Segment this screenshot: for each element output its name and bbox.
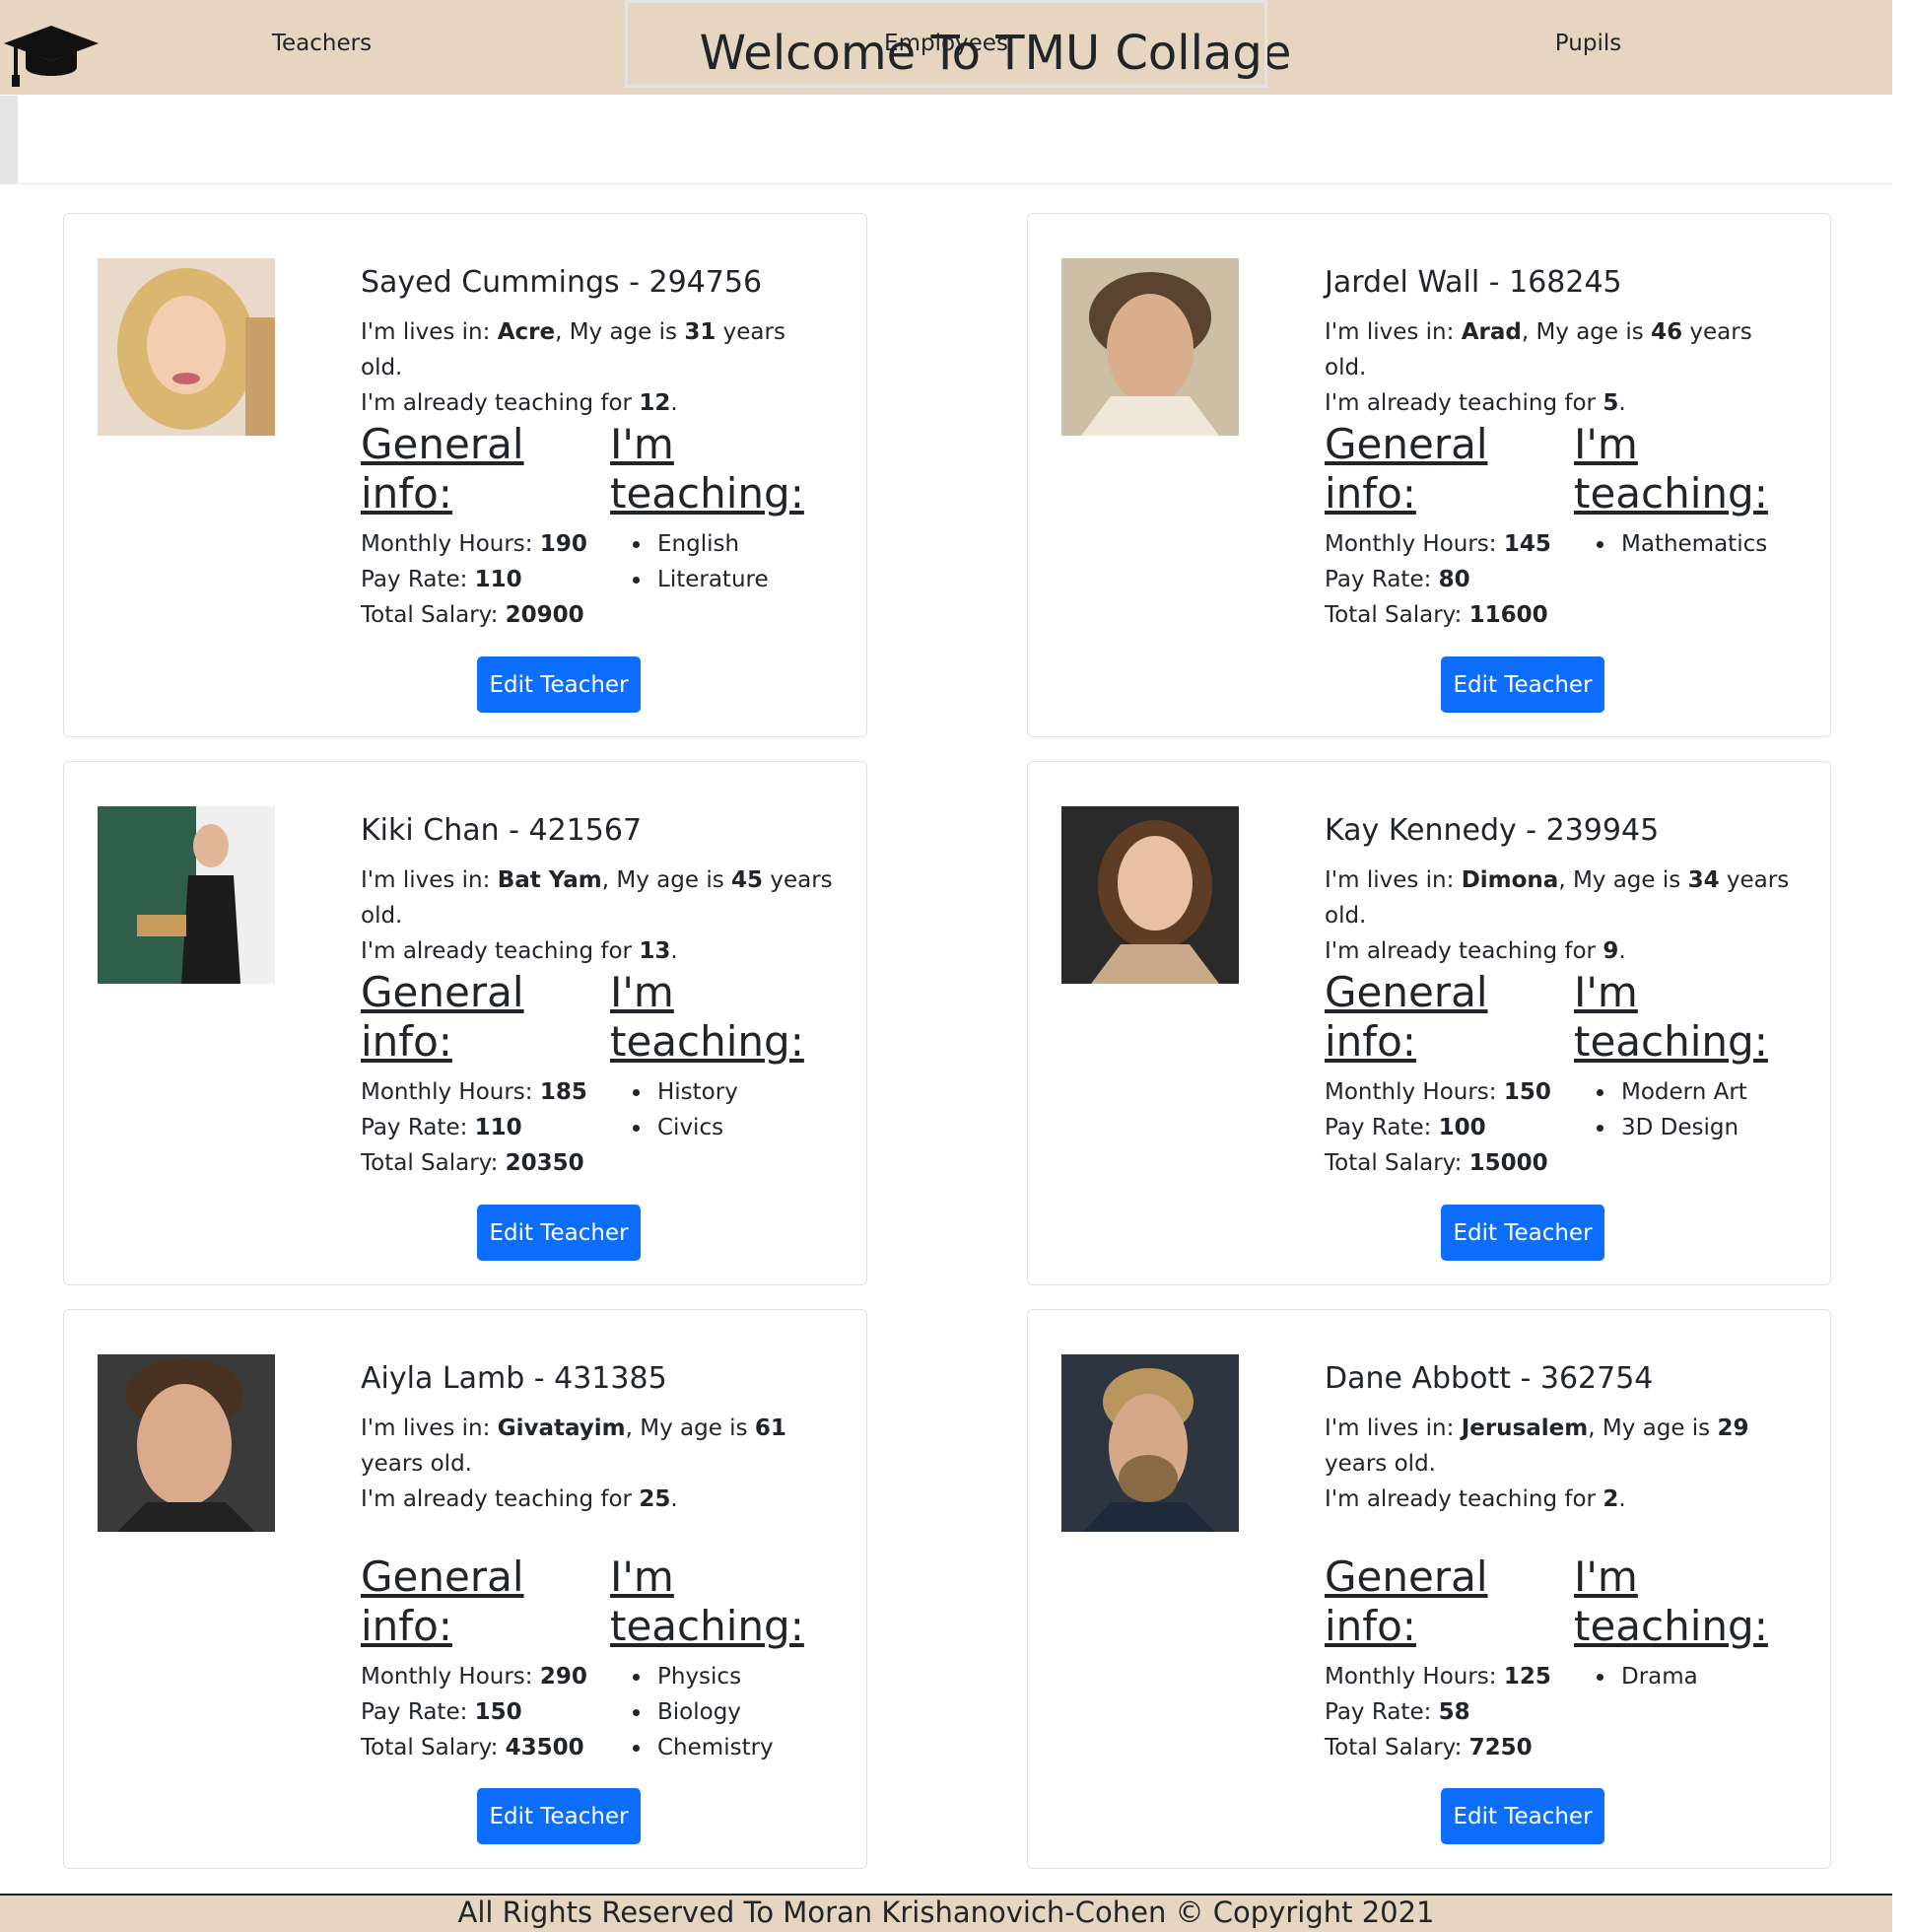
teacher-card: Aiyla Lamb - 431385 I'm lives in: Givata… bbox=[63, 1309, 867, 1869]
subject-list: Mathematics bbox=[1574, 526, 1767, 562]
teaching-heading: I'm teaching: bbox=[610, 1552, 804, 1650]
teacher-photo bbox=[98, 1354, 275, 1532]
general-info-heading: General info: bbox=[1325, 968, 1488, 1066]
teacher-age: 45 bbox=[731, 867, 764, 893]
subject-list: Physics Biology Chemistry bbox=[610, 1659, 774, 1765]
subject-item: Modern Art bbox=[1574, 1074, 1747, 1110]
teacher-name: Dane Abbott - 362754 bbox=[1325, 1361, 1654, 1396]
subject-item: History bbox=[610, 1074, 738, 1110]
edit-teacher-button[interactable]: Edit Teacher bbox=[477, 656, 641, 713]
teacher-years: 2 bbox=[1603, 1486, 1619, 1512]
teacher-name: Kay Kennedy - 239945 bbox=[1325, 813, 1660, 848]
subject-list: English Literature bbox=[610, 526, 769, 597]
general-info-heading: General info: bbox=[1325, 1552, 1488, 1650]
teacher-card: Kiki Chan - 421567 I'm lives in: Bat Yam… bbox=[63, 761, 867, 1285]
subject-item: Chemistry bbox=[610, 1730, 774, 1765]
general-info-heading: General info: bbox=[361, 420, 524, 518]
general-info-heading: General info: bbox=[1325, 420, 1488, 518]
subject-list: Drama bbox=[1574, 1659, 1698, 1694]
tab-employees[interactable]: Employees bbox=[625, 0, 1267, 88]
teacher-bio: I'm lives in: Givatayim, My age is 61 ye… bbox=[361, 1415, 786, 1512]
edit-teacher-button[interactable]: Edit Teacher bbox=[477, 1205, 641, 1261]
teacher-age: 34 bbox=[1687, 867, 1720, 893]
subject-item: English bbox=[610, 526, 769, 562]
tab-bar bbox=[0, 96, 1892, 184]
teaching-heading: I'm teaching: bbox=[1574, 1552, 1768, 1650]
teacher-city: Jerusalem bbox=[1461, 1415, 1589, 1441]
subject-item: Mathematics bbox=[1574, 526, 1767, 562]
teacher-city: Givatayim bbox=[497, 1415, 626, 1441]
teacher-photo bbox=[98, 258, 275, 436]
teacher-card: Dane Abbott - 362754 I'm lives in: Jerus… bbox=[1027, 1309, 1831, 1869]
teacher-stats: Monthly Hours: 150 Pay Rate: 100 Total S… bbox=[1325, 1079, 1551, 1176]
teacher-years: 9 bbox=[1603, 938, 1619, 964]
footer-copyright: All Rights Reserved To Moran Krishanovic… bbox=[457, 1896, 1435, 1929]
teacher-card: Jardel Wall - 168245 I'm lives in: Arad,… bbox=[1027, 213, 1831, 737]
teacher-age: 29 bbox=[1717, 1415, 1749, 1441]
teacher-name: Aiyla Lamb - 431385 bbox=[361, 1361, 667, 1396]
teacher-card: Sayed Cummings - 294756 I'm lives in: Ac… bbox=[63, 213, 867, 737]
teacher-bio: I'm lives in: Dimona, My age is 34 years… bbox=[1325, 867, 1790, 964]
teacher-photo bbox=[1061, 1354, 1239, 1532]
teacher-years: 12 bbox=[639, 390, 671, 416]
subject-item: 3D Design bbox=[1574, 1110, 1747, 1145]
subject-item: Drama bbox=[1574, 1659, 1698, 1694]
general-info-heading: General info: bbox=[361, 1552, 524, 1650]
edit-teacher-button[interactable]: Edit Teacher bbox=[1441, 1788, 1604, 1844]
teacher-stats: Monthly Hours: 145 Pay Rate: 80 Total Sa… bbox=[1325, 531, 1551, 628]
subject-item: Civics bbox=[610, 1110, 738, 1145]
teaching-heading: I'm teaching: bbox=[1574, 968, 1768, 1066]
teacher-name: Sayed Cummings - 294756 bbox=[361, 265, 763, 300]
teacher-age: 46 bbox=[1651, 319, 1683, 345]
subject-list: History Civics bbox=[610, 1074, 738, 1145]
subject-item: Literature bbox=[610, 562, 769, 597]
subject-list: Modern Art 3D Design bbox=[1574, 1074, 1747, 1145]
teacher-photo bbox=[1061, 806, 1239, 984]
tab-bar-edge bbox=[0, 96, 18, 183]
teacher-name: Jardel Wall - 168245 bbox=[1325, 265, 1622, 300]
teacher-name: Kiki Chan - 421567 bbox=[361, 813, 643, 848]
teacher-age: 31 bbox=[684, 319, 716, 345]
teaching-heading: I'm teaching: bbox=[610, 968, 804, 1066]
tab-teachers[interactable]: Teachers bbox=[18, 0, 626, 88]
teacher-photo bbox=[98, 806, 275, 984]
teaching-heading: I'm teaching: bbox=[1574, 420, 1768, 518]
teacher-city: Acre bbox=[497, 319, 556, 345]
edit-teacher-button[interactable]: Edit Teacher bbox=[1441, 1205, 1604, 1261]
teacher-bio: I'm lives in: Bat Yam, My age is 45 year… bbox=[361, 867, 833, 964]
subject-item: Biology bbox=[610, 1694, 774, 1730]
teacher-city: Bat Yam bbox=[497, 867, 602, 893]
teacher-city: Arad bbox=[1461, 319, 1522, 345]
teacher-bio: I'm lives in: Arad, My age is 46 years o… bbox=[1325, 319, 1752, 416]
teaching-heading: I'm teaching: bbox=[610, 420, 804, 518]
edit-teacher-button[interactable]: Edit Teacher bbox=[477, 1788, 641, 1844]
teacher-bio: I'm lives in: Acre, My age is 31 years o… bbox=[361, 319, 785, 416]
teacher-stats: Monthly Hours: 190 Pay Rate: 110 Total S… bbox=[361, 531, 587, 628]
tab-pupils[interactable]: Pupils bbox=[1267, 0, 1909, 88]
teacher-photo bbox=[1061, 258, 1239, 436]
teacher-bio: I'm lives in: Jerusalem, My age is 29 ye… bbox=[1325, 1415, 1749, 1512]
subject-item: Physics bbox=[610, 1659, 774, 1694]
teacher-years: 5 bbox=[1603, 390, 1619, 416]
teacher-stats: Monthly Hours: 125 Pay Rate: 58 Total Sa… bbox=[1325, 1664, 1551, 1760]
teacher-years: 25 bbox=[639, 1486, 671, 1512]
teacher-years: 13 bbox=[639, 938, 671, 964]
teacher-city: Dimona bbox=[1461, 867, 1559, 893]
teacher-stats: Monthly Hours: 185 Pay Rate: 110 Total S… bbox=[361, 1079, 587, 1176]
teacher-card: Kay Kennedy - 239945 I'm lives in: Dimon… bbox=[1027, 761, 1831, 1285]
teacher-stats: Monthly Hours: 290 Pay Rate: 150 Total S… bbox=[361, 1664, 587, 1760]
general-info-heading: General info: bbox=[361, 968, 524, 1066]
teacher-age: 61 bbox=[754, 1415, 786, 1441]
edit-teacher-button[interactable]: Edit Teacher bbox=[1441, 656, 1604, 713]
